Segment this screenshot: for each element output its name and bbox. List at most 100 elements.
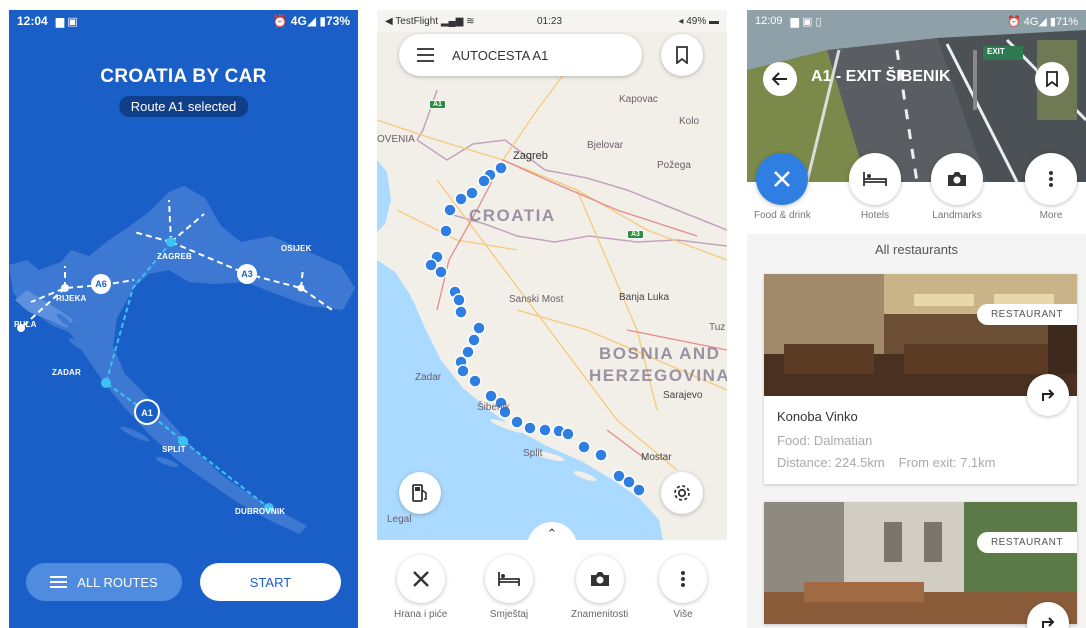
label-sibenik: Šibenik: [477, 402, 510, 413]
label-kolo: Kolo: [679, 116, 700, 127]
category-landmarks[interactable]: Znamenitosti: [571, 555, 628, 620]
screen-route-map: ◀ TestFlight ▂▄▆ ≋ 01:23 ◂ 49% ▬ CROATIA…: [377, 10, 727, 628]
food-icon: [774, 171, 791, 187]
category-badge: RESTAURANT: [976, 532, 1077, 553]
all-routes-button[interactable]: ALL ROUTES: [26, 563, 182, 601]
label-banja: Banja Luka: [619, 292, 670, 303]
screen-exit-restaurants: EXIT 12:09 ▆ ▣ ▯ ⏰ 4G◢ ▮71% A1 - EXIT ŠI…: [747, 10, 1086, 628]
label-pula: PULA: [14, 320, 37, 329]
bookmark-icon: [676, 46, 688, 64]
start-button[interactable]: START: [200, 563, 341, 601]
label-osijek: OSIJEK: [281, 244, 312, 253]
arrow-left-icon: [772, 72, 787, 86]
route-badge-a6: A6: [95, 279, 107, 289]
category-food-drink[interactable]: Food & drink: [754, 153, 811, 221]
gear-icon: [674, 485, 690, 501]
status-indicators: ⏰ 4G◢ ▮73%: [272, 14, 350, 28]
search-text: AUTOCESTA A1: [452, 47, 549, 63]
bed-icon: [498, 572, 520, 586]
page-title: A1 - EXIT ŠIBENIK: [811, 68, 951, 85]
label-split: Split: [523, 448, 543, 459]
label-split: SPLIT: [162, 445, 186, 454]
navigate-button[interactable]: [1027, 374, 1069, 416]
category-label: Food & drink: [754, 210, 811, 221]
back-button[interactable]: [763, 62, 797, 96]
category-label: Smještaj: [489, 609, 529, 620]
turn-right-icon: [1042, 617, 1055, 628]
label-legal[interactable]: Legal: [387, 514, 411, 525]
selected-route-badge: Route A1 selected: [118, 96, 249, 117]
category-landmarks[interactable]: Landmarks: [931, 153, 983, 221]
highway-shield-a1: A1: [429, 100, 446, 109]
restaurant-card[interactable]: RESTAURANT Konoba Vinko Food: Dalmatian …: [764, 274, 1077, 484]
route-badge-a1: A1: [141, 408, 153, 418]
highway-shield-a3: A3: [627, 230, 644, 239]
status-time: 01:23: [537, 15, 563, 27]
bookmark-button[interactable]: [661, 34, 703, 76]
app-title: CROATIA BY CAR: [100, 66, 267, 87]
croatia-shape: [9, 186, 355, 534]
camera-icon: [948, 172, 966, 186]
label-croatia: CROATIA: [469, 206, 556, 225]
notification-icon: ▆ ▣: [55, 15, 78, 28]
exit-sign: EXIT: [987, 47, 1005, 56]
more-vertical-icon: [681, 571, 685, 587]
map-view[interactable]: [377, 10, 727, 540]
label-bjelovar: Bjelovar: [587, 140, 624, 151]
label-rijeka: RIJEKA: [56, 294, 87, 303]
label-zagreb: Zagreb: [513, 150, 548, 162]
chevron-up-icon: ⌃: [546, 526, 558, 541]
label-sanski: Sanski Most: [509, 294, 564, 305]
status-bar: 12:09 ▆ ▣ ▯ ⏰ 4G◢ ▮71%: [747, 10, 1086, 32]
label-tuz: Tuz: [709, 322, 726, 333]
fuel-pump-icon: [412, 484, 427, 502]
croatia-route-map[interactable]: A6 A3 A1: [9, 170, 358, 550]
category-more[interactable]: More: [1025, 153, 1077, 221]
category-label: Više: [673, 609, 693, 620]
start-label: START: [249, 574, 292, 590]
status-time: 12:04: [17, 14, 48, 28]
menu-icon[interactable]: [417, 48, 434, 62]
label-pozega: Požega: [657, 160, 691, 171]
category-badge: RESTAURANT: [976, 304, 1077, 325]
label-sarajevo: Sarajevo: [663, 390, 703, 401]
restaurant-photo: RESTAURANT: [764, 502, 1077, 624]
section-title: All restaurants: [874, 242, 959, 257]
restaurant-distance: Distance: 224.5km: [777, 455, 885, 470]
turn-right-icon: [1042, 389, 1055, 401]
status-bar: ◀ TestFlight ▂▄▆ ≋ 01:23 ◂ 49% ▬: [377, 10, 727, 32]
restaurant-card[interactable]: RESTAURANT: [764, 502, 1077, 628]
route-search-bar[interactable]: AUTOCESTA A1: [399, 34, 642, 76]
category-label: Landmarks: [932, 210, 982, 221]
label-zadar: ZADAR: [52, 368, 81, 377]
label-mostar: Mostar: [641, 452, 672, 463]
menu-icon: [50, 576, 68, 588]
restaurant-name: Konoba Vinko: [777, 409, 858, 424]
all-routes-label: ALL ROUTES: [77, 574, 158, 590]
category-more[interactable]: Više: [659, 555, 707, 620]
label-zagreb: ZAGREB: [157, 252, 192, 261]
category-accommodation[interactable]: Smještaj: [485, 555, 533, 620]
category-food[interactable]: Hrana i piće: [394, 555, 447, 620]
fuel-button[interactable]: [399, 472, 441, 514]
label-zadar: Zadar: [415, 372, 442, 383]
restaurant-photo: RESTAURANT: [764, 274, 1077, 396]
settings-button[interactable]: [661, 472, 703, 514]
more-vertical-icon: [1049, 171, 1053, 187]
category-hotels[interactable]: Hotels: [849, 153, 901, 221]
status-time: 12:09: [755, 15, 783, 27]
category-label: More: [1039, 210, 1063, 221]
status-indicators: ◂ 49% ▬: [678, 15, 719, 27]
route-badge-a3: A3: [241, 269, 253, 279]
status-bar: 12:04 ▆ ▣ ⏰ 4G◢ ▮73%: [9, 10, 358, 32]
status-left: ◀ TestFlight ▂▄▆ ≋: [385, 15, 475, 27]
screen-route-selection: 12:04 ▆ ▣ ⏰ 4G◢ ▮73% CROATIA BY CAR Rout…: [9, 10, 358, 628]
restaurant-food: Food: Dalmatian: [777, 433, 873, 448]
camera-icon: [590, 572, 609, 586]
label-herzegovina: HERZEGOVINA: [589, 366, 727, 385]
bed-icon: [863, 172, 887, 186]
label-dubrovnik: DUBROVNIK: [235, 507, 286, 516]
bookmark-icon: [1046, 71, 1058, 87]
bookmark-button[interactable]: [1035, 62, 1069, 96]
status-indicators: ⏰ 4G◢ ▮71%: [1006, 15, 1078, 28]
